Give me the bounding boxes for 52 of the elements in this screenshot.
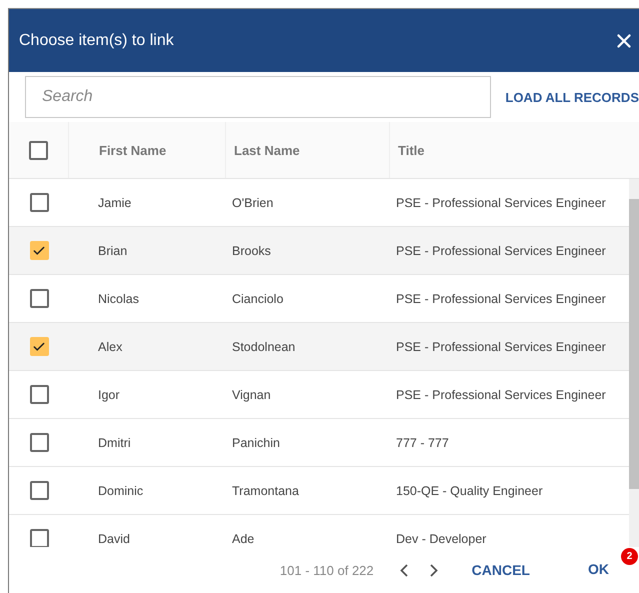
select-all-checkbox[interactable] — [29, 140, 48, 160]
table-cell-text: PSE - Professional Services Engineer — [395, 196, 607, 210]
table-cell-text: Jamie — [97, 196, 132, 210]
table-cell-text: Alex — [97, 340, 124, 354]
table-cell-text: Dominic — [97, 484, 144, 498]
table-cell-text: Cianciolo — [231, 292, 284, 306]
column-header: First Name — [99, 142, 166, 158]
next-page-button[interactable] — [430, 564, 438, 576]
cancel-button[interactable]: CANCEL — [472, 562, 530, 578]
load-all-records-button[interactable]: LOAD ALL RECORDS — [505, 90, 639, 104]
table-cell-text: 150-QE - Quality Engineer — [395, 484, 544, 498]
table-cell-text: David — [97, 532, 131, 546]
chevron-right-icon — [430, 564, 438, 576]
table-cell-text: Stodolnean — [231, 340, 296, 354]
column-header: Title — [398, 142, 424, 158]
count-badge: 2 — [621, 548, 638, 565]
table-cell-text: 777 - 777 — [395, 436, 450, 450]
table-cell-text: Brian — [97, 244, 128, 258]
check-icon — [32, 244, 46, 258]
row-checkbox[interactable] — [30, 337, 48, 356]
page-range: 101 - 110 of 222 — [280, 562, 374, 578]
scrollbar[interactable] — [629, 179, 639, 547]
row-checkbox[interactable] — [30, 193, 48, 212]
dialog-title: Choose item(s) to link — [19, 32, 174, 50]
table-cell-text: O'Brien — [231, 196, 274, 210]
table-row[interactable]: Alex Stodolnean PSE - Professional Services Engineer — [9, 323, 629, 371]
chevron-left-icon — [400, 564, 408, 576]
column-header: Last Name — [234, 142, 300, 158]
table-cell-text: Tramontana — [231, 484, 300, 498]
table-cell-text: PSE - Professional Services Engineer — [395, 388, 607, 402]
row-checkbox[interactable] — [30, 529, 48, 547]
row-checkbox[interactable] — [30, 289, 48, 308]
table-cell-text: Nicolas — [97, 292, 140, 306]
row-checkbox[interactable] — [30, 385, 48, 404]
table-cell-text: Panichin — [231, 436, 281, 450]
search-field[interactable]: Search — [25, 76, 492, 118]
table-cell-text: Vignan — [231, 388, 272, 402]
previous-page-button[interactable] — [400, 564, 408, 576]
table-cell-text: Dev - Developer — [395, 532, 488, 546]
row-checkbox[interactable] — [30, 481, 48, 500]
table-cell-text: PSE - Professional Services Engineer — [395, 340, 607, 354]
row-checkbox[interactable] — [30, 241, 48, 260]
table-cell-text: Igor — [97, 388, 121, 402]
row-checkbox[interactable] — [30, 433, 48, 452]
table-cell-text: Ade — [231, 532, 256, 546]
table-cell-text: PSE - Professional Services Engineer — [395, 292, 607, 306]
table-row[interactable]: Brian Brooks PSE - Professional Services Engineer — [9, 227, 629, 275]
table-cell-text: PSE - Professional Services Engineer — [395, 244, 607, 258]
ok-button[interactable]: OK — [588, 561, 609, 577]
check-icon — [32, 340, 46, 354]
table-cell-text: Brooks — [231, 244, 272, 258]
table-cell-text: Dmitri — [97, 436, 132, 450]
